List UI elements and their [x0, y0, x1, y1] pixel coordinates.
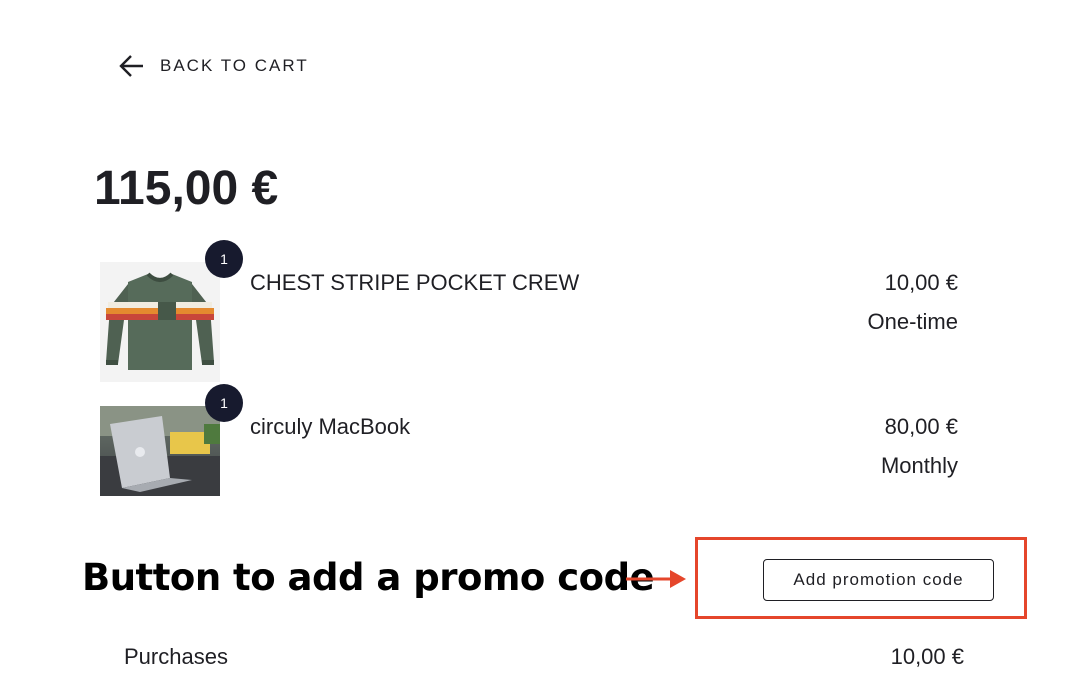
- product-image-sweater: [100, 262, 220, 382]
- item-name: circuly MacBook: [250, 414, 411, 439]
- add-promotion-code-button[interactable]: Add promotion code: [763, 559, 994, 601]
- summary-value: 10,00 €: [890, 644, 964, 669]
- item-name: CHEST STRIPE POCKET CREW: [250, 270, 580, 295]
- item-billing-frequency: Monthly: [880, 453, 958, 478]
- quantity-badge: 1: [205, 240, 243, 278]
- back-to-cart-link[interactable]: BACK TO CART: [118, 54, 309, 78]
- cart-item: 1 circuly MacBook 80,00 € Monthly: [100, 384, 960, 526]
- annotation-label: Button to add a promo code: [82, 556, 655, 599]
- cart-item: 1 CHEST STRIPE POCKET CREW 10,00 € One-t…: [100, 240, 960, 382]
- order-total: 115,00 €: [94, 162, 279, 215]
- item-price: 10,00 €: [884, 270, 958, 295]
- arrow-left-icon: [118, 54, 144, 78]
- item-price: 80,00 €: [884, 414, 958, 439]
- item-billing-frequency: One-time: [867, 309, 958, 334]
- quantity-badge: 1: [205, 384, 243, 422]
- back-to-cart-label: BACK TO CART: [160, 56, 309, 75]
- checkout-page: BACK TO CART 115,00 € 1 CHEST STRIPE POC…: [0, 0, 1078, 690]
- annotation-arrow-icon: [624, 568, 688, 595]
- product-image-macbook: [100, 406, 220, 496]
- summary-label: Purchases: [124, 644, 228, 669]
